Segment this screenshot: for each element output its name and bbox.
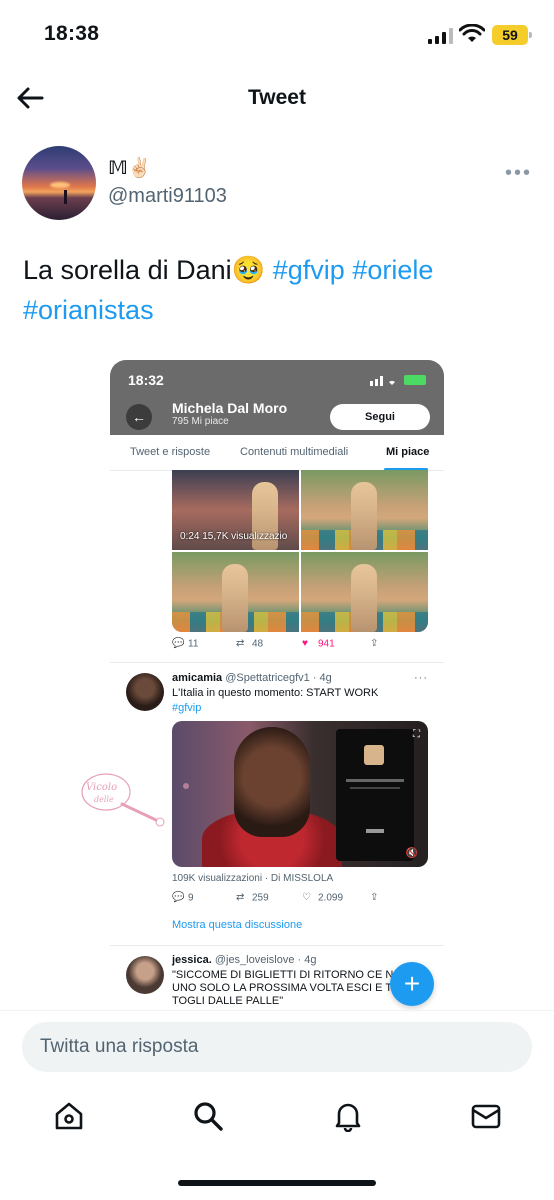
- hashtag-orianistas[interactable]: #orianistas: [23, 295, 154, 325]
- search-icon[interactable]: [192, 1100, 224, 1132]
- embed-follow-button: Segui: [330, 404, 430, 430]
- home-indicator: [178, 1180, 376, 1186]
- attached-screenshot[interactable]: 18:32 ← Michela Dal Moro 795 Mi piace Se…: [110, 360, 444, 1008]
- embed-tweet2-likes: ♡ 2.099: [302, 892, 344, 904]
- more-options-icon[interactable]: •••: [505, 162, 532, 185]
- author-avatar[interactable]: [22, 146, 96, 220]
- embed-profile-header: 18:32 ← Michela Dal Moro 795 Mi piace Se…: [110, 360, 444, 435]
- video-phone-overlay: [336, 729, 414, 861]
- embed-retweet-count: ⇄ 48: [236, 638, 264, 650]
- avatar-sunset: [50, 182, 70, 188]
- media-thumb-2: [301, 470, 428, 550]
- embed-tab-likes: Mi piace: [386, 446, 430, 458]
- embed-back-icon: ←: [126, 404, 152, 430]
- video-person: [234, 727, 310, 837]
- svg-text:delle: delle: [94, 795, 114, 804]
- heart-filled-icon: ♥: [302, 638, 308, 649]
- home-icon[interactable]: [53, 1100, 85, 1132]
- hashtag-gfvip[interactable]: #gfvip: [273, 255, 345, 285]
- embed-tweet2-text: L'Italia in questo momento: START WORK: [172, 687, 379, 699]
- embed-divider: [110, 662, 444, 663]
- embed-share-icon: ⇪: [370, 892, 379, 903]
- embed-video-views: 109K visualizzazioni · Di MISSLOLA: [172, 873, 334, 884]
- video-duration-label: 0:24 15,7K visualizzazio: [180, 531, 288, 542]
- media-thumb-1: 0:24 15,7K visualizzazio: [172, 470, 299, 550]
- page-title: Tweet: [248, 86, 306, 109]
- tweet-text-plain: La sorella di Dani🥹: [23, 255, 273, 285]
- embed-tab-media: Contenuti multimediali: [240, 446, 349, 458]
- author-name[interactable]: 𝕄✌🏻: [108, 156, 151, 180]
- embed-tweet3-author: jessica. @jes_loveislove · 4g: [172, 954, 317, 966]
- embed-like-count: ♥ 941: [302, 638, 335, 650]
- embed-tabs: Tweet e risposte Contenuti multimediali …: [110, 435, 444, 471]
- embed-show-thread-link: Mostra questa discussione: [172, 919, 303, 931]
- embed-status-time: 18:32: [128, 372, 164, 388]
- hashtag-oriele[interactable]: #oriele: [352, 255, 433, 285]
- reply-icon: 💬: [172, 638, 185, 649]
- cellular-signal-icon: [428, 28, 453, 44]
- embed-reply-count: 💬 11: [172, 638, 199, 650]
- embed-video: ⛶ 🔇: [172, 721, 428, 867]
- mail-icon[interactable]: [470, 1100, 502, 1132]
- reply-placeholder: Twitta una risposta: [40, 1036, 199, 1057]
- embed-share-icon: ⇪: [370, 638, 379, 649]
- avatar-figure: [64, 190, 67, 204]
- thumb-person: [222, 564, 248, 632]
- retweet-icon: ⇄: [236, 638, 245, 649]
- battery-indicator: 59: [492, 25, 532, 45]
- embed-tweet2-hashtag: #gfvip: [172, 702, 202, 714]
- author-handle[interactable]: @marti91103: [108, 185, 227, 208]
- top-header: Tweet: [0, 72, 554, 126]
- embed-tweet2-retweets: ⇄ 259: [236, 892, 269, 904]
- embed-profile-name: Michela Dal Moro: [172, 400, 288, 416]
- embed-tweet2-author: amicamia @Spettatricegfv1 · 4g: [172, 672, 332, 684]
- reply-divider: [0, 1010, 554, 1011]
- heart-icon: ♡: [302, 892, 311, 903]
- embed-tweet3-line1: "SICCOME DI BIGLIETTI DI RITORNO CE N: [172, 969, 394, 981]
- status-bar: 18:38 59: [0, 0, 554, 70]
- embed-profile-likes: 795 Mi piace: [172, 416, 229, 427]
- compose-fab-button[interactable]: +: [390, 962, 434, 1006]
- embed-media-grid: 0:24 15,7K visualizzazio: [172, 470, 428, 632]
- tweet-text: La sorella di Dani🥹 #gfvip #oriele #oria…: [23, 250, 523, 330]
- media-thumb-4: [301, 552, 428, 632]
- video-mute-icon: 🔇: [405, 848, 418, 859]
- video-expand-icon: ⛶: [413, 729, 420, 740]
- embed-divider: [110, 945, 444, 946]
- embed-tweet3-line3: TOGLI DALLE PALLE": [172, 995, 284, 1007]
- svg-text:Vicolo: Vicolo: [86, 782, 117, 793]
- reply-input[interactable]: Twitta una risposta: [22, 1022, 532, 1072]
- reply-icon: 💬: [172, 892, 185, 903]
- bell-icon[interactable]: [332, 1100, 364, 1132]
- embed-tweet3-line2: UNO SOLO LA PROSSIMA VOLTA ESCI E T: [172, 982, 393, 994]
- wifi-icon: [459, 24, 485, 42]
- embed-tweet2-replies: 💬 9: [172, 892, 194, 904]
- retweet-icon: ⇄: [236, 892, 245, 903]
- thumb-person: [351, 482, 377, 550]
- embed-avatar-jessica: [126, 956, 164, 994]
- watermark-logo: Vicolo delle: [81, 773, 189, 827]
- thumb-person: [351, 564, 377, 632]
- status-time: 18:38: [44, 22, 100, 45]
- embed-tab-tweets: Tweet e risposte: [130, 446, 211, 458]
- embed-more-icon: ···: [414, 672, 428, 684]
- embed-status-icons: [370, 375, 426, 386]
- embed-avatar-amicamia: [126, 673, 164, 711]
- media-thumb-3: [172, 552, 299, 632]
